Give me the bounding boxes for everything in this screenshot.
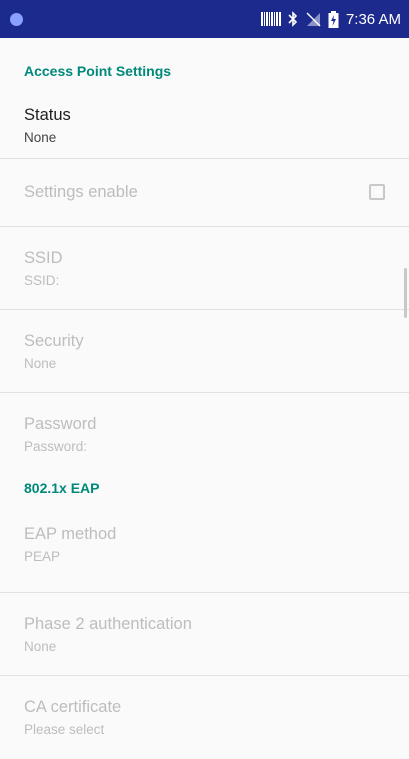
circle-notification-icon [10,13,23,26]
pref-ca-certificate[interactable]: CA certificate Please select [0,676,409,759]
category-eap: 802.1x EAP [24,480,100,496]
pref-password-title: Password [24,415,97,433]
pref-ca-cert-summary: Please select [24,722,105,737]
bluetooth-icon [288,11,298,27]
settings-enable-checkbox[interactable] [369,184,385,200]
pref-status-summary: None [24,130,57,145]
pref-security-summary: None [24,356,57,371]
status-bar: 7:36 AM [0,0,409,38]
pref-settings-enable[interactable]: Settings enable [0,159,409,227]
pref-security[interactable]: Security None [0,310,409,393]
pref-settings-enable-title: Settings enable [24,183,138,201]
pref-security-title: Security [24,332,84,350]
barcode-icon [260,12,281,26]
category-access-point: Access Point Settings [24,63,172,79]
pref-status[interactable]: Status None [0,104,409,159]
pref-phase2-auth[interactable]: Phase 2 authentication None [0,593,409,676]
pref-phase2-summary: None [24,639,57,654]
pref-eap-method-title: EAP method [24,525,117,543]
pref-password[interactable]: Password Password: [0,393,409,465]
signal-off-icon [306,12,321,27]
pref-status-title: Status [24,106,71,124]
battery-charging-icon [328,10,339,28]
settings-list: Access Point Settings Status None Settin… [0,38,409,759]
pref-phase2-title: Phase 2 authentication [24,615,192,633]
pref-ssid[interactable]: SSID SSID: [0,227,409,310]
pref-ssid-summary: SSID: [24,273,60,288]
status-time: 7:36 AM [345,10,401,28]
pref-eap-method-summary: PEAP [24,549,61,564]
pref-eap-method[interactable]: EAP method PEAP [0,511,409,593]
pref-ssid-title: SSID [24,249,63,267]
pref-password-summary: Password: [24,439,88,454]
scrollbar-thumb[interactable] [404,268,407,318]
pref-ca-cert-title: CA certificate [24,698,122,716]
